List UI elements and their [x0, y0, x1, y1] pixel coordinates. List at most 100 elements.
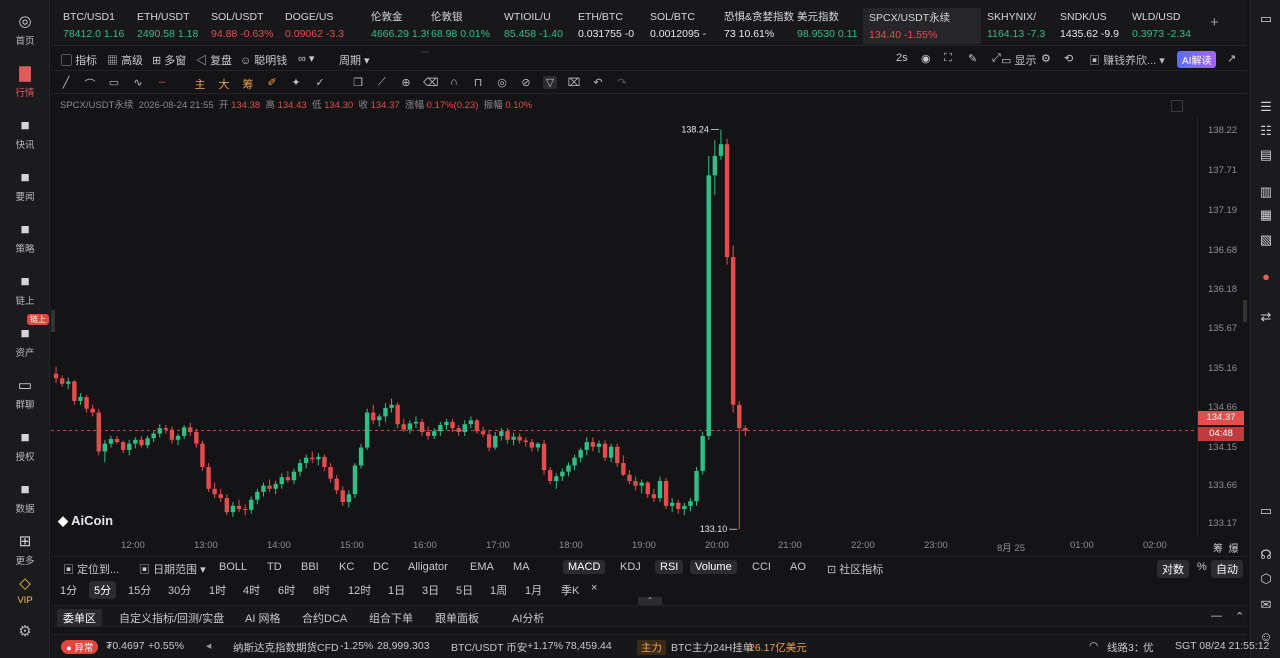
replay-button[interactable]: ◁ 复盘 — [196, 52, 232, 68]
sub-rsi[interactable]: RSI — [655, 560, 684, 574]
right-collapse-handle[interactable] — [1243, 300, 1247, 322]
stats-icon[interactable]: ▥ — [1257, 183, 1275, 201]
candlestick-chart[interactable]: 138.24 133.10 — [51, 117, 1197, 537]
share-icon[interactable]: ↗ — [1227, 52, 1236, 65]
swap-icon[interactable]: ⇄ — [1257, 308, 1275, 326]
ticker-item-14[interactable]: WLD/USD 0.3973 -2.34 — [1132, 10, 1202, 41]
star-icon[interactable]: ✦ — [289, 76, 303, 89]
ticker-item-13[interactable]: SNDK/US 1435.62 -9.9 — [1060, 10, 1130, 41]
period-0[interactable]: 1分 — [60, 582, 77, 598]
undo-icon[interactable]: ↶ — [591, 76, 605, 89]
alert-badge[interactable]: ● 异常 — [61, 640, 99, 654]
tab-5[interactable]: 跟单面板 — [435, 610, 479, 626]
locate-button[interactable]: ▣ 定位到... — [63, 561, 119, 577]
settings-icon[interactable]: ⚙ — [1041, 52, 1051, 65]
auto-scale-toggle[interactable]: 自动 — [1211, 560, 1243, 578]
message-icon[interactable]: ✉ — [1257, 596, 1275, 614]
depth-icon[interactable]: ▦ — [1257, 206, 1275, 224]
nav-item-5[interactable]: ■ 链上 — [0, 274, 50, 308]
period-5[interactable]: 4时 — [243, 582, 260, 598]
tab-3[interactable]: 合约DCA — [302, 610, 347, 626]
ticker-item-3[interactable]: DOGE/US 0.09062 -3.3 — [285, 10, 365, 41]
left-collapse-handle[interactable] — [51, 310, 55, 332]
main-force-text[interactable]: BTC主力24H挂单 — [671, 640, 753, 655]
ticker-item-2[interactable]: SOL/USDT 94.88 -0.63% — [211, 10, 281, 41]
minimize-panel-icon[interactable]: — — [1211, 610, 1222, 622]
strategy-dropdown[interactable]: ▣ 赚钱养欣... ▾ — [1089, 52, 1165, 68]
time-axis[interactable]: 12:00 13:00 14:00 15:00 16:00 17:00 18:00 19:00… — [51, 537, 1247, 555]
magnet-icon[interactable]: ∩ — [447, 76, 461, 88]
period-8[interactable]: 12时 — [348, 582, 371, 598]
camera-icon[interactable]: ◉ — [921, 52, 931, 65]
overlay-alligator[interactable]: Alligator — [408, 561, 448, 573]
nav-item-3[interactable]: ■ 要闻 — [0, 170, 50, 204]
ticker-item-9[interactable]: 恐惧&贪婪指数 73 10.61% — [724, 10, 794, 41]
sub-ao[interactable]: AO — [790, 561, 806, 573]
tab-2[interactable]: AI 网格 — [245, 610, 280, 626]
line-tool-icon[interactable]: ╱ — [59, 76, 73, 89]
lock-icon[interactable]: ⊓ — [471, 76, 485, 89]
expand-panel-icon[interactable]: ⌃ — [1235, 610, 1244, 623]
period-12[interactable]: 1周 — [490, 582, 507, 598]
overlay-kc[interactable]: KC — [339, 561, 354, 573]
period-2[interactable]: 15分 — [128, 582, 151, 598]
eraser-icon[interactable]: ⌫ — [423, 76, 439, 89]
smart-money-button[interactable]: ☺ 聪明钱 — [240, 52, 287, 68]
period-4[interactable]: 1时 — [209, 582, 226, 598]
layers-icon[interactable]: ▧ — [1257, 231, 1275, 249]
ticker-item-1[interactable]: ETH/USDT 2490.58 1.18 — [137, 10, 207, 41]
period-1[interactable]: 5分 — [89, 581, 117, 599]
link-icon[interactable]: ⊘ — [519, 76, 533, 89]
note-icon[interactable]: ▭ — [1257, 502, 1275, 520]
bot-icon[interactable]: ● — [1257, 268, 1275, 286]
nasdaq-label[interactable]: 纳斯达克指数期货CFD — [233, 640, 339, 655]
expand-icon[interactable]: ⤢ — [992, 52, 1001, 65]
community-indicators-button[interactable]: ⊡ 社区指标 — [827, 561, 883, 577]
overlay-ma[interactable]: MA — [513, 561, 530, 573]
list-icon[interactable]: ☷ — [1257, 122, 1275, 140]
period-14[interactable]: 季K — [561, 582, 579, 598]
pen-icon[interactable]: ✎ — [968, 52, 977, 65]
tab-0[interactable]: 委单区 — [57, 609, 102, 627]
sub-kdj[interactable]: KDJ — [620, 561, 641, 573]
overlay-bbi[interactable]: BBI — [301, 561, 319, 573]
sub-cci[interactable]: CCI — [752, 561, 771, 573]
period-10[interactable]: 3日 — [422, 582, 439, 598]
advanced-button[interactable]: ▦ 高级 — [107, 52, 143, 68]
nav-item-8[interactable]: ■ 授权 — [0, 430, 50, 464]
period-13[interactable]: 1月 — [525, 582, 542, 598]
chart-expand-icon[interactable] — [1171, 100, 1183, 112]
indicators-button[interactable]: ▢ 指标 — [61, 52, 97, 68]
tab-1[interactable]: 自定义指标/回测/实盘 — [119, 610, 224, 626]
ticker-item-12[interactable]: SKHYNIX/1164.13 -7.3 — [987, 10, 1057, 41]
main-force-button[interactable]: 主 — [193, 76, 207, 92]
ticker-item-0[interactable]: BTC/USD1 78412.0 1.16 — [63, 10, 133, 41]
display-button[interactable]: ▭ 显示 — [1001, 52, 1036, 68]
multi-window-button[interactable]: ⊞ 多窗 — [152, 52, 186, 68]
brush-tool-icon[interactable]: ∿ — [131, 76, 145, 89]
orderbook-icon[interactable]: ☰ — [1257, 98, 1275, 116]
trash-icon[interactable]: ⌧ — [567, 76, 581, 89]
ai-interpret-button[interactable]: AI解读 — [1177, 51, 1217, 68]
add-ticker-icon[interactable]: + — [1210, 14, 1219, 31]
overlay-td[interactable]: TD — [267, 561, 282, 573]
signal-icon[interactable]: ✐ — [265, 76, 279, 89]
hexagon-icon[interactable]: ⬡ — [1257, 570, 1275, 588]
ray-tool-icon[interactable]: ⌒ — [83, 76, 97, 92]
nav-item-11[interactable]: ◇ VIP — [0, 576, 50, 607]
tab-4[interactable]: 组合下单 — [369, 610, 413, 626]
headset-icon[interactable]: ☊ — [1257, 546, 1275, 564]
nav-item-7[interactable]: ▭ 群聊 — [0, 378, 50, 412]
table-icon[interactable]: ▤ — [1257, 146, 1275, 164]
nav-item-4[interactable]: ■ 策略 — [0, 222, 50, 256]
chips-button[interactable]: 筹 — [241, 76, 255, 92]
window-icon[interactable]: ▭ — [1257, 10, 1275, 28]
overlay-boll[interactable]: BOLL — [219, 561, 247, 573]
ruler-icon[interactable]: ⟋ — [375, 76, 389, 89]
settings-nav[interactable]: ⚙ — [0, 622, 50, 640]
check-icon[interactable]: ✓ — [313, 76, 327, 89]
hline-tool-icon[interactable]: ┄ — [155, 76, 169, 89]
mute-icon[interactable]: ◂ — [206, 640, 211, 652]
nav-item-9[interactable]: ■ 数据 — [0, 482, 50, 516]
period-3[interactable]: 30分 — [168, 582, 191, 598]
